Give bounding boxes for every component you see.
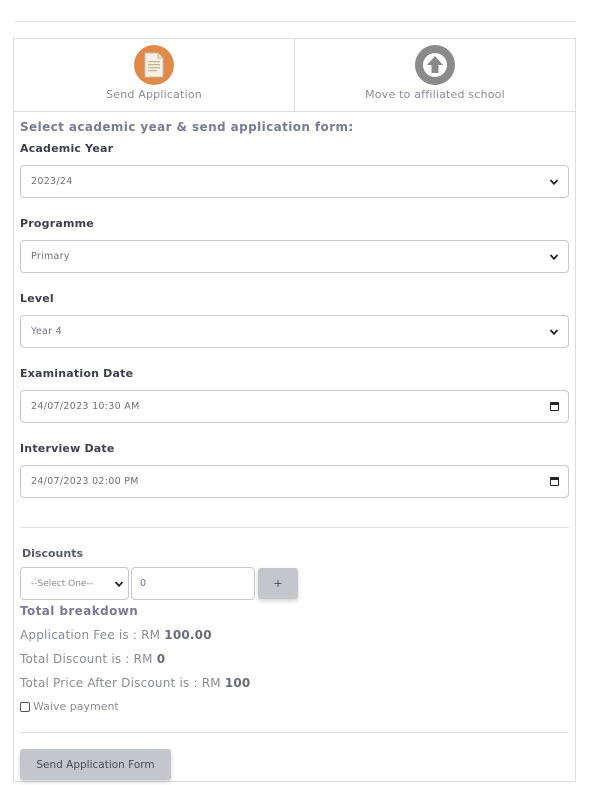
top-divider [14,21,576,22]
examination-date-input[interactable]: 24/07/2023 10:30 AM [20,390,569,423]
discount-row: --Select One-- 0 + [20,567,569,600]
application-fee-label: Application Fee is : RM [20,628,165,642]
discount-select-value: --Select One-- [31,578,93,589]
form-heading: Select academic year & send application … [20,120,354,134]
total-discount-line: Total Discount is : RM 0 [20,652,569,666]
examination-date-label: Examination Date [20,367,134,380]
calendar-icon[interactable] [550,477,559,486]
application-card: Send Application Move to affiliated scho… [13,38,576,782]
interview-date-label: Interview Date [20,442,115,455]
total-discount-value: 0 [156,652,166,666]
discount-amount-input[interactable]: 0 [131,567,255,600]
discount-select[interactable]: --Select One-- [20,567,129,600]
breakdown-heading: Total breakdown [20,604,139,618]
discounts-label: Discounts [22,547,83,560]
waive-payment-row: Waive payment [20,700,569,713]
interview-date-input[interactable]: 24/07/2023 02:00 PM [20,465,569,498]
section-divider [20,732,569,733]
arrow-up-icon [415,45,455,85]
level-select[interactable]: Year 4 [20,315,569,348]
level-label: Level [20,292,54,305]
total-price-line: Total Price After Discount is : RM 100 [20,676,569,690]
academic-year-label: Academic Year [20,142,114,155]
chevron-down-icon [549,328,559,335]
examination-date-value: 24/07/2023 10:30 AM [31,401,140,412]
waive-payment-checkbox[interactable] [20,701,30,712]
academic-year-value: 2023/24 [31,176,73,187]
tab-move-affiliated-school[interactable]: Move to affiliated school [294,39,575,111]
section-divider [20,527,569,528]
waive-payment-label: Waive payment [33,700,119,713]
document-icon [134,45,174,85]
chevron-down-icon [114,580,124,587]
academic-year-select[interactable]: 2023/24 [20,165,569,198]
total-price-value: 100 [224,676,251,690]
tab-label: Send Application [106,88,202,101]
programme-label: Programme [20,217,94,230]
tab-send-application[interactable]: Send Application [14,39,294,111]
programme-value: Primary [31,251,70,262]
tab-label: Move to affiliated school [365,88,505,101]
programme-select[interactable]: Primary [20,240,569,273]
action-tabs: Send Application Move to affiliated scho… [14,39,575,112]
chevron-down-icon [549,178,559,185]
total-discount-label: Total Discount is : RM [20,652,157,666]
total-price-label: Total Price After Discount is : RM [20,676,225,690]
send-application-form-button[interactable]: Send Application Form [20,749,171,780]
application-fee-line: Application Fee is : RM 100.00 [20,628,569,642]
level-value: Year 4 [31,326,62,337]
calendar-icon[interactable] [550,402,559,411]
chevron-down-icon [549,253,559,260]
add-discount-button[interactable]: + [258,568,298,599]
form-body: Select academic year & send application … [14,112,575,780]
application-fee-value: 100.00 [164,628,212,642]
interview-date-value: 24/07/2023 02:00 PM [31,476,139,487]
